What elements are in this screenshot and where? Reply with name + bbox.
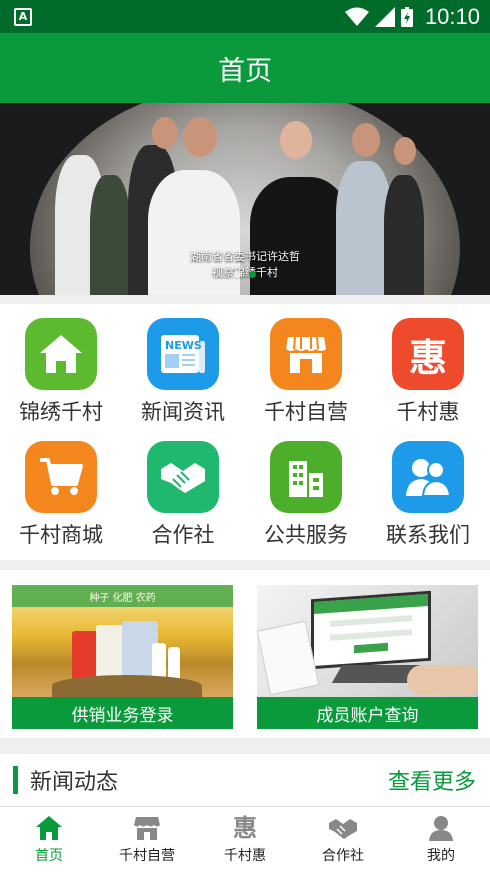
menu-label: 千村自营 [264, 400, 348, 424]
menu-label: 新闻资讯 [141, 400, 225, 424]
handshake-icon [329, 819, 357, 839]
laptop-screen [311, 590, 431, 670]
news-section-header: 新闻动态 查看更多 [0, 754, 490, 806]
menu-label: 合作社 [151, 523, 215, 547]
banner-figure-head [394, 137, 416, 165]
tab-label: 合作社 [322, 848, 364, 864]
cart-icon [25, 441, 97, 513]
tab-label: 千村惠 [224, 848, 266, 864]
banner-figure-head [280, 121, 312, 159]
tab-label: 千村自营 [119, 848, 175, 864]
building-icon [270, 441, 342, 513]
screen-button [354, 642, 388, 654]
carousel-dot[interactable] [234, 271, 241, 278]
menu-item-contact[interactable]: 联系我们 [367, 427, 489, 552]
tab-mine[interactable]: 我的 [392, 807, 490, 872]
wifi-icon [344, 7, 369, 26]
menu-label: 锦绣千村 [19, 400, 103, 424]
paper-sheet [257, 620, 320, 696]
news-title: 新闻动态 [30, 770, 119, 795]
screen-line [330, 615, 412, 627]
hand [407, 665, 477, 695]
hui-glyph: 惠 [408, 335, 447, 380]
menu-label: 公共服务 [264, 523, 348, 547]
tab-coop[interactable]: 合作社 [294, 807, 392, 872]
battery-icon [400, 6, 413, 27]
promo-label: 成员账户查询 [257, 697, 478, 729]
hui-icon: 惠 [392, 318, 464, 390]
menu-item-hui[interactable]: 惠 千村惠 [367, 304, 489, 429]
grain-pile [52, 675, 202, 697]
status-time: 10:10 [424, 3, 480, 29]
app-bar: 首页 [0, 33, 490, 103]
carousel-indicator [0, 271, 490, 278]
tab-self-run[interactable]: 千村自营 [98, 807, 196, 872]
tab-hui[interactable]: 惠 千村惠 [196, 807, 294, 872]
hui-icon: 惠 [233, 814, 257, 842]
tab-label: 我的 [427, 848, 455, 864]
menu-item-coop[interactable]: 合作社 [122, 427, 244, 552]
banner-figure-head [352, 123, 380, 157]
menu-label: 千村惠 [396, 400, 460, 424]
promo-image-laptop [257, 585, 478, 697]
menu-item-mall[interactable]: 千村商城 [0, 427, 122, 552]
menu-item-self-run[interactable]: 千村自营 [245, 304, 367, 429]
shop-icon [134, 817, 160, 840]
contacts-icon [392, 441, 464, 513]
promo-overlay-text: 种子 化肥 农药 [12, 585, 233, 607]
home-icon [25, 318, 97, 390]
menu-label: 千村商城 [19, 523, 103, 547]
carousel-dot-active[interactable] [249, 271, 256, 278]
menu-item-news[interactable]: NEWS 新闻资讯 [122, 304, 244, 429]
banner-caption-line1: 湖南省省委书记许达哲 [190, 250, 300, 263]
menu-item-public-service[interactable]: 公共服务 [245, 427, 367, 552]
person-icon [429, 816, 453, 841]
section-accent-bar [13, 766, 18, 794]
tab-home[interactable]: 首页 [0, 807, 98, 872]
banner-figure-head [183, 117, 217, 157]
promo-card-supply[interactable]: 种子 化肥 农药 供销业务登录 [12, 585, 233, 729]
newspaper-icon: NEWS [147, 318, 219, 390]
tab-label: 首页 [35, 848, 63, 864]
svg-text:NEWS: NEWS [165, 339, 202, 352]
screen-line [330, 629, 412, 641]
bottom-tab-bar: 首页 千村自营 惠 千村惠 合作社 我的 [0, 806, 490, 872]
promo-section: 种子 化肥 农药 供销业务登录 成员账户查询 [0, 570, 490, 738]
shop-icon [270, 318, 342, 390]
banner-figure-head [152, 117, 178, 149]
page-title: 首页 [218, 55, 272, 87]
home-icon [36, 816, 62, 840]
status-bar: A 10:10 [0, 0, 490, 33]
notification-icon: A [14, 7, 32, 26]
screen-header [314, 594, 428, 614]
menu-item-jinxiu[interactable]: 锦绣千村 [0, 304, 122, 429]
signal-icon [374, 6, 395, 27]
promo-image-products: 种子 化肥 农药 [12, 585, 233, 697]
handshake-icon [147, 441, 219, 513]
view-more-link[interactable]: 查看更多 [388, 764, 476, 796]
promo-card-account[interactable]: 成员账户查询 [257, 585, 478, 729]
promo-label: 供销业务登录 [12, 697, 233, 729]
menu-label: 联系我们 [386, 523, 470, 547]
banner-carousel[interactable]: 湖南省省委书记许达哲 视察锦绣千村 [0, 103, 490, 295]
menu-grid: 锦绣千村 NEWS 新闻资讯 千村自营 惠 千村惠 千村商城 合作社 公共服务 … [0, 304, 490, 560]
